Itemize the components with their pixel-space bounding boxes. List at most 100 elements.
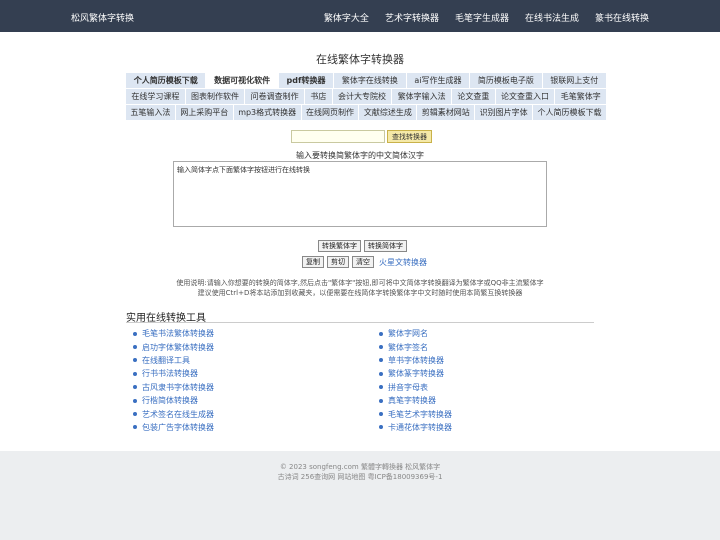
- tag-link[interactable]: 数据可视化软件: [206, 73, 279, 88]
- bullet-icon: [379, 331, 383, 336]
- tools-list-right: 繁体字网名繁体字签名草书字体转换器 繁体篆字转换器 拼音字母表真笔字转换器毛笔艺术字…: [379, 327, 452, 434]
- tool-link-label: 毛笔书法繁体转换器: [142, 329, 214, 339]
- usage-line-2: 建议使用Ctrl+D将本站添加到收藏夹，以便需要在线简体字转换繁体字中文时随时使…: [197, 289, 523, 297]
- tool-link-label: 毛笔艺术字转换器: [388, 409, 452, 419]
- bullet-icon: [379, 371, 383, 376]
- tag-row: 在线学习课程 图表制作软件 问卷调查制作 书店 会计大专院校 繁体字输入法 论文查重 论文查重…: [126, 89, 608, 104]
- tool-link[interactable]: 古风隶书字体转换器: [133, 381, 214, 394]
- tag-link[interactable]: 银联网上支付: [542, 73, 608, 88]
- tag-link[interactable]: 会计大专院校: [332, 89, 393, 104]
- tag-link[interactable]: 论文查重: [452, 89, 496, 104]
- bullet-icon: [133, 371, 137, 376]
- tool-link[interactable]: 草书字体转换器: [379, 354, 452, 367]
- bullet-icon: [379, 385, 383, 390]
- footer-copyright: © 2023 songfeng.com 繁體字轉換器 松风繁体字: [279, 463, 441, 471]
- tag-link[interactable]: pdf转换器: [278, 73, 335, 88]
- tool-link[interactable]: 毛笔艺术字转换器: [379, 407, 452, 420]
- tool-link[interactable]: 毛笔书法繁体转换器: [133, 327, 214, 340]
- nav-link-seal-script[interactable]: 篆书在线转换: [595, 11, 649, 24]
- tag-link[interactable]: 论文查重入口: [495, 89, 556, 104]
- nav-link-traditional-dictionary[interactable]: 繁体字大全: [324, 11, 369, 24]
- to-traditional-button[interactable]: 转换繁体字: [318, 240, 361, 252]
- tool-link-label: 繁体字网名: [388, 329, 428, 339]
- tools-list-left: 毛笔书法繁体转换器 启功字体繁体转换器 在线翻译工具 行书书法转换器古风隶书字体转换器…: [133, 327, 214, 434]
- bullet-icon: [379, 345, 383, 350]
- tool-link[interactable]: 繁体篆字转换器: [379, 367, 452, 380]
- tag-link[interactable]: 文献综述生成: [359, 105, 418, 120]
- tool-link-label: 繁体篆字转换器: [388, 369, 444, 379]
- bullet-icon: [133, 358, 137, 363]
- tag-link[interactable]: 图表制作软件: [185, 89, 246, 104]
- tool-link-label: 草书字体转换器: [388, 355, 444, 365]
- bullet-icon: [133, 331, 137, 336]
- tag-link[interactable]: 在线网页制作: [301, 105, 360, 120]
- nav-link-calligraphy[interactable]: 在线书法生成: [525, 11, 579, 24]
- tools-divider: [126, 322, 594, 323]
- tool-link[interactable]: 在线翻译工具: [133, 354, 214, 367]
- tag-link[interactable]: 繁体字输入法: [392, 89, 453, 104]
- usage-instructions: 使用说明:请输入你想要的转换的简体字,然后点击"繁体字"按钮,即可将中文简体字转…: [0, 278, 720, 298]
- tag-link[interactable]: 剪辑素材网站: [417, 105, 476, 120]
- footer-links[interactable]: 古诗词 256查询网 网站地图 粤ICP备18009369号-1: [0, 472, 720, 482]
- fire-text-converter-link[interactable]: 火星文转换器: [379, 257, 427, 268]
- tool-link[interactable]: 真笔字转换器: [379, 394, 452, 407]
- tag-link[interactable]: 网上采购平台: [175, 105, 234, 120]
- tool-link-label: 行书书法转换器: [142, 369, 198, 379]
- tool-link-label: 拼音字母表: [388, 382, 428, 392]
- copy-button[interactable]: 复制: [302, 256, 324, 268]
- tool-link-label: 艺术签名在线生成器: [142, 409, 214, 419]
- tag-link[interactable]: 五笔输入法: [126, 105, 176, 120]
- tag-link[interactable]: 繁体字在线转换: [334, 73, 407, 88]
- convert-button-row: 转换繁体字 转换简体字: [318, 240, 407, 252]
- bullet-icon: [133, 345, 137, 350]
- tool-link[interactable]: 行楷简体转换器: [133, 394, 214, 407]
- tag-link[interactable]: 毛笔繁体字: [555, 89, 608, 104]
- tag-link[interactable]: 识别图片字体: [475, 105, 534, 120]
- bullet-icon: [379, 425, 383, 430]
- search-input[interactable]: [291, 130, 385, 143]
- tool-link[interactable]: 启功字体繁体转换器: [133, 340, 214, 353]
- tool-link-label: 在线翻译工具: [142, 355, 190, 365]
- clear-button[interactable]: 清空: [352, 256, 374, 268]
- bullet-icon: [133, 425, 137, 430]
- search-bar: 查找转换器: [291, 130, 432, 143]
- tool-link-label: 繁体字签名: [388, 342, 428, 352]
- cut-button[interactable]: 剪切: [327, 256, 349, 268]
- footer: © 2023 songfeng.com 繁體字轉換器 松风繁体字 古诗词 256…: [0, 451, 720, 540]
- tool-link-label: 卡通花体字转换器: [388, 422, 452, 432]
- bullet-icon: [133, 385, 137, 390]
- tool-link[interactable]: 繁体字签名: [379, 340, 452, 353]
- tag-link[interactable]: ai写作生成器: [406, 73, 471, 88]
- tag-link[interactable]: 在线学习课程: [126, 89, 186, 104]
- text-input-area[interactable]: 输入简体字点下面繁体字按钮进行在线转换: [173, 161, 547, 227]
- tool-link[interactable]: 行书书法转换器: [133, 367, 214, 380]
- tool-link[interactable]: 卡通花体字转换器: [379, 421, 452, 434]
- nav-link-brush-font[interactable]: 毛笔字生成器: [455, 11, 509, 24]
- tag-link[interactable]: mp3格式转换器: [233, 105, 302, 120]
- tool-link[interactable]: 繁体字网名: [379, 327, 452, 340]
- bullet-icon: [379, 398, 383, 403]
- top-navbar: 松风繁体字转换 繁体字大全 艺术字转换器 毛笔字生成器 在线书法生成 篆书在线转…: [0, 0, 720, 32]
- nav-link-art-font[interactable]: 艺术字转换器: [385, 11, 439, 24]
- tool-link-label: 真笔字转换器: [388, 396, 436, 406]
- bullet-icon: [379, 412, 383, 417]
- tool-link-label: 包装广告字体转换器: [142, 422, 214, 432]
- tool-link-label: 古风隶书字体转换器: [142, 382, 214, 392]
- tag-link[interactable]: 书店: [305, 89, 333, 104]
- tag-link[interactable]: 个人简历模板下载: [533, 105, 607, 120]
- usage-line-1: 使用说明:请输入你想要的转换的简体字,然后点击"繁体字"按钮,即可将中文简体字转…: [176, 279, 544, 287]
- bullet-icon: [133, 398, 137, 403]
- tool-link-label: 启功字体繁体转换器: [142, 342, 214, 352]
- site-brand[interactable]: 松风繁体字转换: [71, 11, 134, 24]
- search-button[interactable]: 查找转换器: [387, 130, 432, 143]
- tag-link[interactable]: 个人简历模板下载: [126, 73, 207, 88]
- tag-row: 个人简历模板下载 数据可视化软件 pdf转换器 繁体字在线转换 ai写作生成器 简历模板电…: [126, 73, 608, 88]
- input-prompt: 输入要转换简繁体字的中文简体汉字: [296, 151, 424, 160]
- tool-link[interactable]: 拼音字母表: [379, 381, 452, 394]
- tool-link[interactable]: 包装广告字体转换器: [133, 421, 214, 434]
- edit-button-row: 复制 剪切 清空 火星文转换器: [302, 256, 427, 268]
- to-simplified-button[interactable]: 转换简体字: [364, 240, 407, 252]
- tag-link[interactable]: 简历模板电子版: [470, 73, 543, 88]
- tag-link[interactable]: 问卷调查制作: [245, 89, 306, 104]
- tool-link[interactable]: 艺术签名在线生成器: [133, 407, 214, 420]
